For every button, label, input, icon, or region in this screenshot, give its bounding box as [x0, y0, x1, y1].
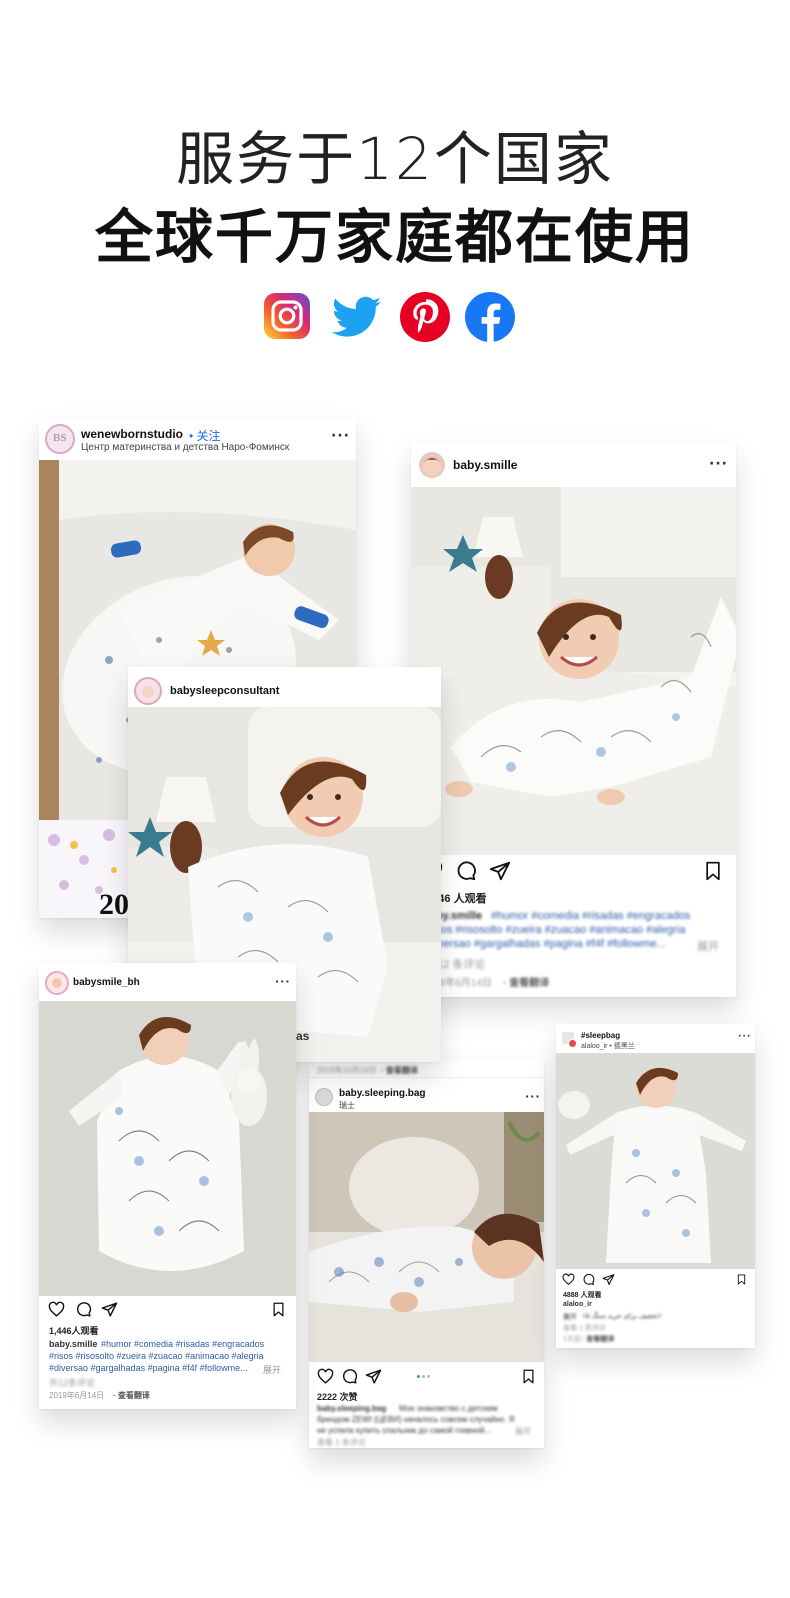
post-photo[interactable] [309, 1112, 544, 1362]
comments-link[interactable]: 查看 1 条评论 [317, 1437, 366, 1448]
location-label: 瑞士 [339, 1101, 355, 1110]
top-translate-link[interactable]: · 查看翻译 [381, 1065, 418, 1076]
expand-link[interactable]: 展开 [515, 1426, 531, 1437]
post-card-baby-sleeping-bag[interactable]: 2018年10月19日 · 查看翻译 baby.sleeping.bag 瑞士 … [309, 1060, 544, 1448]
avatar-monogram: BS [53, 432, 67, 444]
post-card-babysmile-bh[interactable]: babysmile_bh ··· 1,446人观看 baby.smille #h… [39, 963, 296, 1409]
username[interactable]: #sleepbag [581, 1031, 620, 1040]
likes-count: 2222 次赞 [317, 1392, 358, 1402]
like-heart-icon[interactable] [562, 1273, 575, 1286]
views-count: 1,446人观看 [49, 1326, 99, 1336]
avatar[interactable] [315, 1088, 333, 1106]
post-photo[interactable] [556, 1053, 755, 1269]
caption-text: Мое знакомство с детским [399, 1404, 498, 1413]
translate-link[interactable]: · 查看翻译 [113, 1390, 150, 1401]
username[interactable]: baby.sleeping.bag [339, 1088, 426, 1099]
post-date: 1天前 [563, 1336, 581, 1343]
expand-link[interactable]: 展开 [697, 938, 719, 954]
avatar[interactable]: BS [45, 424, 75, 454]
twitter-icon[interactable] [329, 292, 382, 342]
comments-link[interactable]: 共12条评论 [49, 1376, 95, 1389]
bookmark-icon[interactable] [703, 860, 723, 882]
translate-link[interactable]: · 查看翻译 [582, 1334, 614, 1344]
avatar[interactable] [45, 971, 69, 995]
comments-link[interactable]: 查看 1 条评论 [563, 1323, 606, 1333]
views-count: 4888 人观看 [563, 1292, 602, 1299]
like-heart-icon[interactable] [317, 1368, 334, 1385]
comment-icon[interactable] [341, 1368, 358, 1385]
post-card-sleepbag[interactable]: #sleepbag alaloo_ir • 德黑兰 ··· 4888 人观看 a… [556, 1024, 755, 1348]
instagram-icon[interactable] [263, 292, 313, 342]
username[interactable]: babysmile_bh [73, 977, 140, 988]
caption-text: не успела купить спальник до самой главн… [317, 1426, 492, 1435]
caption-hashtags[interactable]: #diversao #gargalhadas #pagina #f4f #fol… [423, 938, 666, 950]
location-label: alaloo_ir • 德黑兰 [581, 1043, 635, 1050]
more-options-icon[interactable]: ··· [738, 1032, 751, 1042]
location-label: Центр материнства и детства Наро-Фоминск [81, 442, 290, 453]
caption-text: تخفیف برای خرید سنگ ۱۵٪ [582, 1313, 662, 1320]
caption-hashtags[interactable]: #risos #risosolto #zueira #zuacao #anima… [423, 924, 685, 936]
hashtag-avatar[interactable] [562, 1032, 577, 1048]
caption-hashtags[interactable]: #humor #comedia #risadas #engracados [491, 910, 690, 922]
more-options-icon[interactable]: ··· [525, 1090, 541, 1103]
caption-hashtags[interactable]: #diversao #gargalhadas #pagina #f4f #fol… [49, 1363, 248, 1373]
post-card-baby-smille[interactable]: baby.smille ··· 1,446 人观看 baby.smille #h… [411, 442, 736, 997]
caption-hashtags[interactable]: #humor #comedia #risadas #engracados [101, 1339, 264, 1349]
carousel-dots [417, 1375, 433, 1379]
comment-icon[interactable] [582, 1273, 595, 1286]
avatar[interactable] [419, 452, 445, 478]
translate-link[interactable]: · 查看翻译 [503, 974, 549, 989]
caption-text: брендом ZEWI (ЦЕВИ) началось совсем случ… [317, 1415, 515, 1424]
headline-families: 全球千万家庭都在使用 [94, 203, 695, 271]
bookmark-icon[interactable] [521, 1368, 536, 1385]
headline-countries: 服务于12个国家 [176, 125, 614, 193]
comment-icon[interactable] [455, 860, 477, 882]
facebook-icon[interactable] [465, 292, 515, 342]
bookmark-icon[interactable] [271, 1301, 286, 1318]
like-heart-icon[interactable] [48, 1301, 65, 1318]
caption-user[interactable]: baby.smille [49, 1339, 97, 1349]
post-photo[interactable] [411, 487, 736, 855]
partial-caption: 20 [99, 888, 129, 918]
caption-user[interactable]: baby.sleeping.bag [317, 1404, 386, 1413]
username[interactable]: baby.smille [453, 458, 517, 472]
post-date: 2019年6月14日 [49, 1391, 105, 1400]
share-icon[interactable] [101, 1301, 118, 1318]
more-options-icon[interactable]: ··· [709, 456, 728, 472]
pinterest-icon[interactable] [400, 292, 450, 342]
bookmark-icon[interactable] [736, 1273, 747, 1286]
caption-text[interactable]: 展开 [563, 1312, 577, 1322]
share-icon[interactable] [602, 1273, 615, 1286]
share-icon[interactable] [489, 860, 511, 882]
more-options-icon[interactable]: ··· [331, 428, 350, 444]
expand-link[interactable]: 展开 [263, 1363, 281, 1376]
more-options-icon[interactable]: ··· [275, 975, 291, 988]
username[interactable]: wenewbornstudio [81, 427, 183, 441]
caption-user[interactable]: alaloo_ir [563, 1301, 592, 1308]
partial-caption: as [296, 1029, 310, 1043]
post-photo[interactable] [39, 1001, 296, 1296]
share-icon[interactable] [365, 1368, 382, 1385]
caption-hashtags[interactable]: #risos #risosolto #zueira #zuacao #anima… [49, 1351, 264, 1361]
top-post-date: 2018年10月19日 [317, 1066, 377, 1075]
username[interactable]: babysleepconsultant [170, 685, 279, 697]
comment-icon[interactable] [75, 1301, 92, 1318]
avatar[interactable] [134, 677, 162, 705]
